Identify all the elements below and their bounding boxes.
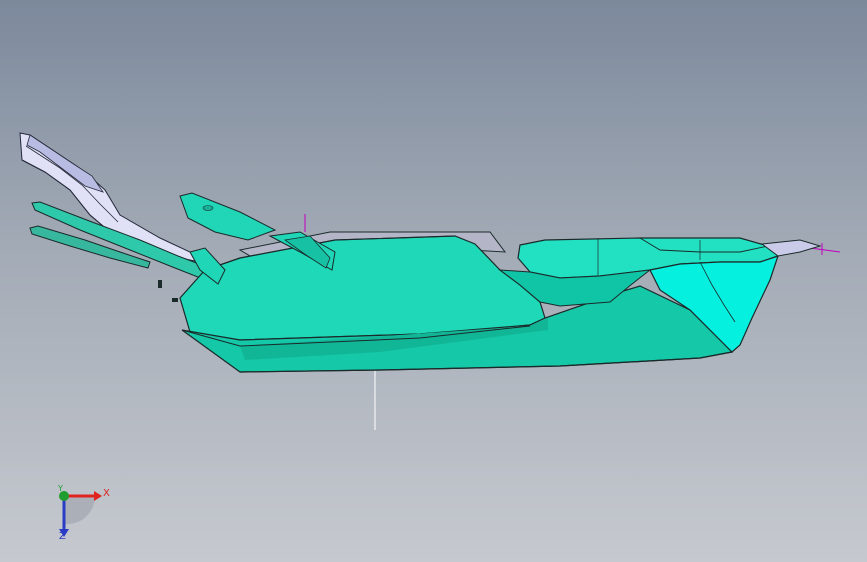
cad-viewport[interactable]: X Y Z — [0, 0, 867, 562]
housing-notch — [172, 298, 178, 302]
x-axis-arrowhead — [94, 491, 102, 501]
y-axis-label: Y — [58, 484, 63, 493]
triad-shading — [64, 496, 96, 525]
x-axis-label: X — [103, 488, 110, 499]
z-axis-label: Z — [59, 531, 66, 542]
main-housing — [179, 235, 780, 373]
upper-tab — [179, 192, 277, 241]
3d-model-view[interactable] — [0, 0, 867, 562]
housing-notch — [158, 280, 162, 288]
coordinate-triad: X Y Z — [40, 480, 120, 550]
rear-bracket — [19, 132, 202, 263]
